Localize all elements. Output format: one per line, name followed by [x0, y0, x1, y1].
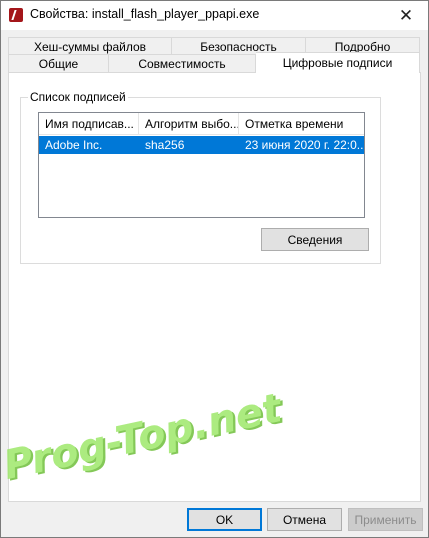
cell-timestamp: 23 июня 2020 г. 22:0... — [245, 138, 364, 152]
column-header-timestamp[interactable]: Отметка времени — [239, 113, 364, 135]
ok-button[interactable]: OK — [187, 508, 262, 531]
cancel-button[interactable]: Отмена — [267, 508, 342, 531]
tab-general[interactable]: Общие — [8, 54, 109, 73]
table-row[interactable]: Adobe Inc. sha256 23 июня 2020 г. 22:0..… — [39, 136, 364, 154]
group-label: Список подписей — [28, 90, 128, 104]
column-header-signer[interactable]: Имя подписав... — [39, 113, 139, 135]
list-header: Имя подписав... Алгоритм выбо... Отметка… — [39, 113, 364, 135]
tab-digital-signatures[interactable]: Цифровые подписи — [256, 52, 420, 73]
column-header-algorithm[interactable]: Алгоритм выбо... — [139, 113, 239, 135]
flash-app-icon — [9, 8, 23, 22]
close-icon[interactable]: ✕ — [384, 1, 428, 30]
cell-signer: Adobe Inc. — [45, 138, 103, 152]
signature-list[interactable]: Имя подписав... Алгоритм выбо... Отметка… — [38, 112, 365, 218]
tab-compatibility[interactable]: Совместимость — [109, 54, 256, 73]
window-title: Свойства: install_flash_player_ppapi.exe — [30, 7, 260, 21]
tab-row-front: Общие Совместимость Цифровые подписи — [8, 52, 420, 73]
details-button[interactable]: Сведения — [261, 228, 369, 251]
apply-button[interactable]: Применить — [348, 508, 423, 531]
cell-algorithm: sha256 — [145, 138, 185, 152]
title-bar[interactable]: Свойства: install_flash_player_ppapi.exe… — [1, 1, 428, 30]
properties-dialog: Свойства: install_flash_player_ppapi.exe… — [0, 0, 429, 538]
